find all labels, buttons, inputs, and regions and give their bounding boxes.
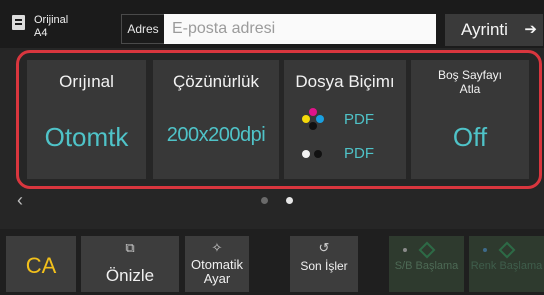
color-indicator-icon (483, 248, 487, 252)
email-address-input[interactable] (164, 14, 436, 44)
auto-adjust-button[interactable]: ✧ Otomatik Ayar (185, 236, 249, 292)
original-tile[interactable]: Orıjınal Otomtk (27, 60, 146, 179)
resolution-tile[interactable]: Çözünürlük 200x200dpi (153, 60, 279, 179)
color-start-label: Renk Başlama (470, 260, 543, 272)
original-tile-value: Otomtk (44, 122, 129, 152)
preview-button[interactable]: ⧉ Önizle (81, 236, 179, 292)
arrow-right-icon: ➔ (524, 21, 537, 38)
detail-button[interactable]: Ayrinti ➔ (445, 14, 543, 46)
original-label: Orijinal (34, 14, 69, 26)
page-dot-1[interactable] (261, 197, 268, 204)
previous-page-arrow[interactable]: ‹ (17, 190, 23, 211)
resolution-tile-title: Çözünürlük (173, 72, 259, 91)
bw-dots-icon (300, 142, 326, 166)
original-tile-title: Orıjınal (59, 72, 114, 91)
auto-adjust-label: Otomatik Ayar (190, 257, 243, 286)
preview-label: Önizle (105, 266, 155, 285)
skip-blank-page-title: Boş Sayfayı Atla (437, 68, 503, 96)
original-size: A4 (34, 27, 48, 39)
original-size-indicator[interactable]: Orijinal A4 (10, 12, 90, 42)
bw-format-row: PDF (284, 142, 406, 166)
ca-button[interactable]: CA (6, 236, 76, 292)
file-format-tile-title: Dosya Biçimı (295, 72, 395, 91)
color-format-row: PDF (284, 108, 406, 132)
skip-blank-page-tile[interactable]: Boş Sayfayı Atla Off (411, 60, 529, 179)
ca-label: CA (25, 253, 57, 278)
magic-wand-icon: ✧ (211, 240, 223, 255)
resolution-tile-value: 200x200dpi (166, 124, 266, 146)
document-icon (12, 15, 25, 30)
skip-blank-page-value: Off (452, 122, 488, 152)
history-icon: ↺ (318, 240, 330, 255)
start-diamond-icon (498, 241, 515, 259)
bw-start-label: S/B Başlama (394, 260, 459, 272)
bw-indicator-icon (403, 248, 407, 252)
color-start-button[interactable]: Renk Başlama (469, 236, 544, 292)
color-dots-icon (300, 108, 326, 132)
color-format-label: PDF (344, 111, 374, 128)
bw-start-button[interactable]: S/B Başlama (389, 236, 464, 292)
last-jobs-button[interactable]: ↺ Son İşler (290, 236, 358, 292)
preview-icon: ⧉ (125, 240, 135, 255)
address-label[interactable]: Adres (121, 14, 164, 44)
bw-format-label: PDF (344, 145, 374, 162)
page-dot-2[interactable] (286, 197, 293, 204)
detail-button-label: Ayrinti (461, 20, 508, 39)
start-diamond-icon (418, 241, 435, 259)
file-format-tile[interactable]: Dosya Biçimı PDF PDF (284, 60, 406, 179)
last-jobs-label: Son İşler (300, 259, 348, 273)
